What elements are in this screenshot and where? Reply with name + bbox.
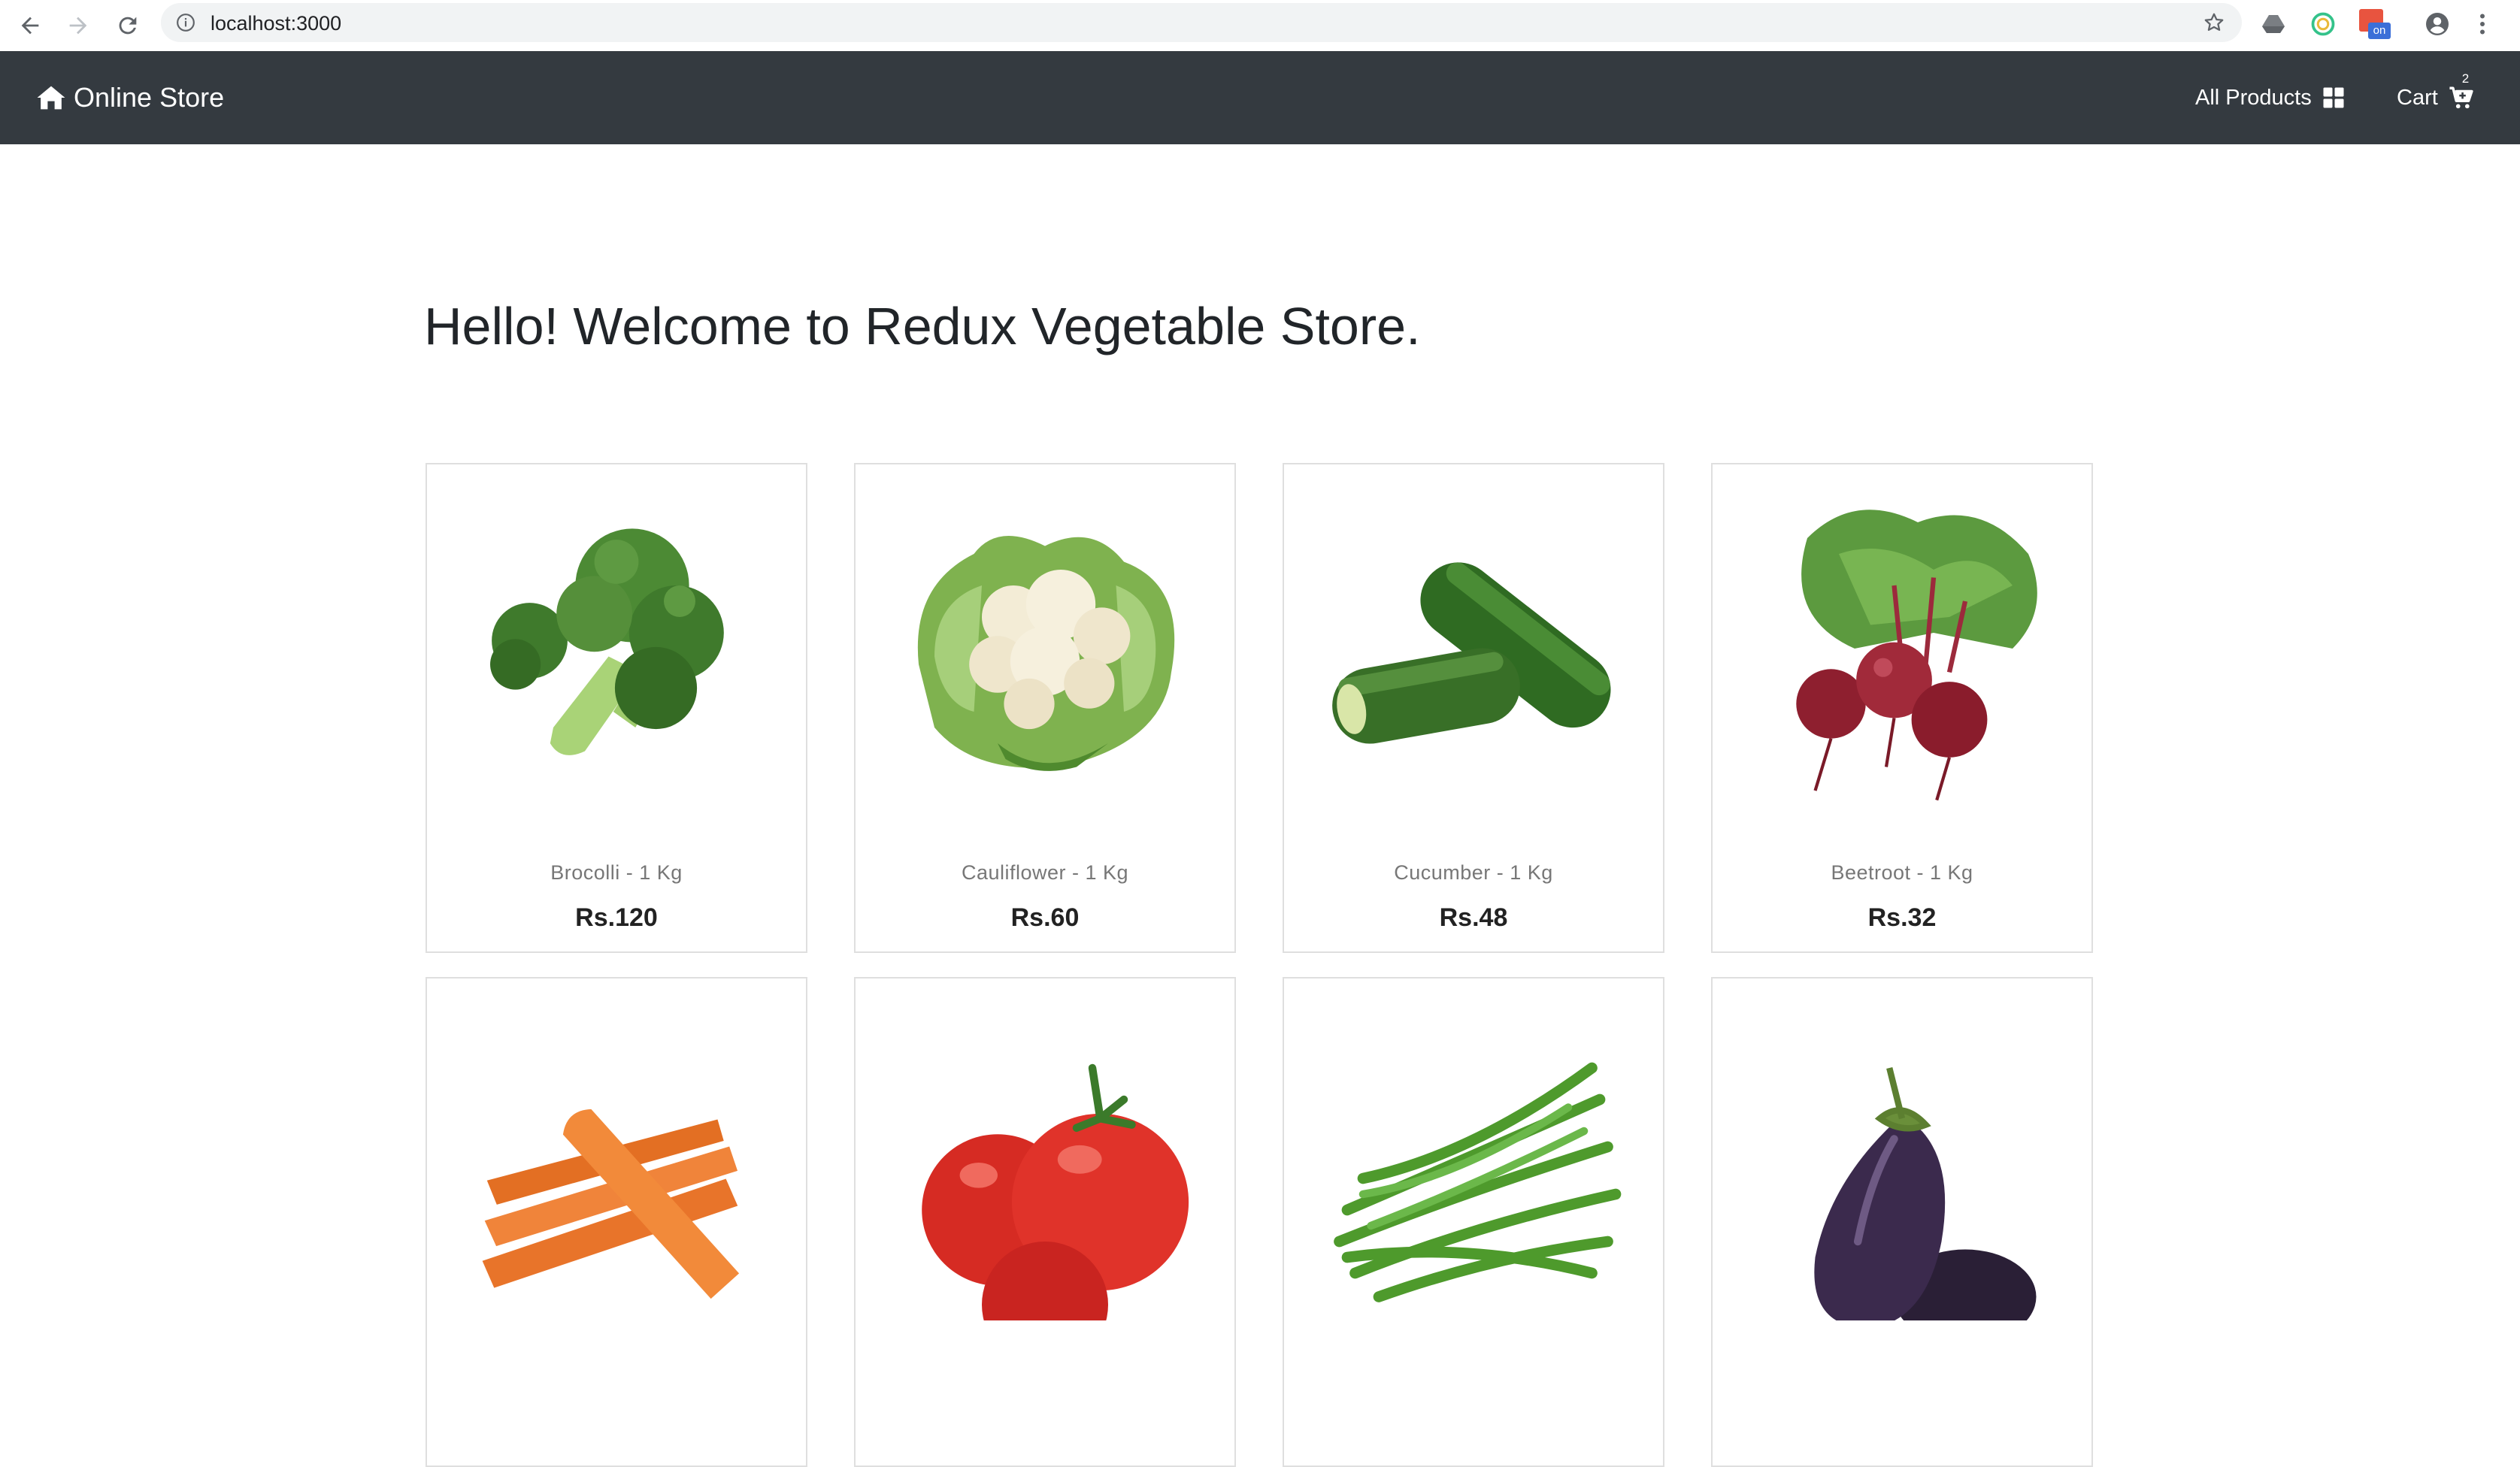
all-products-link[interactable]: All Products: [2195, 51, 2345, 144]
brand-link[interactable]: Online Store: [36, 51, 224, 144]
product-image[interactable]: [1735, 487, 2069, 810]
address-bar[interactable]: localhost:3000: [161, 3, 2242, 42]
product-image[interactable]: [1307, 487, 1640, 810]
beetroot-image: [1796, 510, 2037, 801]
product-card[interactable]: [854, 977, 1236, 1467]
profile-icon[interactable]: [2422, 9, 2452, 39]
product-image[interactable]: [1307, 1001, 1640, 1324]
brinjal-image: [1814, 1066, 2037, 1320]
product-name: Beetroot - 1 Kg: [1831, 861, 1973, 884]
cart-count-badge: 2: [2461, 71, 2470, 86]
product-price: Rs.48: [1439, 903, 1508, 932]
cart-link[interactable]: Cart 2: [2397, 51, 2474, 144]
tomato-image: [922, 1063, 1189, 1320]
product-name: Cauliflower - 1 Kg: [961, 861, 1129, 884]
product-card[interactable]: [426, 977, 807, 1467]
back-icon[interactable]: [12, 8, 48, 44]
product-name: Brocolli - 1 Kg: [550, 861, 683, 884]
reload-icon[interactable]: [110, 8, 146, 44]
beans-image: [1334, 1062, 1622, 1302]
browser-toolbar: localhost:3000 on: [0, 0, 2520, 52]
product-price: Rs.32: [1867, 903, 1937, 932]
grid-icon: [2323, 87, 2344, 108]
product-card[interactable]: Brocolli - 1 Kg Rs.120: [426, 463, 807, 953]
product-image[interactable]: [450, 487, 783, 810]
broccoli-image: [490, 528, 724, 755]
product-image[interactable]: [1735, 1001, 2069, 1324]
all-products-label: All Products: [2195, 85, 2312, 110]
carrot-image: [482, 1109, 740, 1299]
product-price: Rs.120: [575, 903, 658, 932]
product-card[interactable]: Beetroot - 1 Kg Rs.32: [1711, 463, 2093, 953]
home-icon: [37, 86, 65, 110]
product-card[interactable]: Cauliflower - 1 Kg Rs.60: [854, 463, 1236, 953]
extension-icon[interactable]: [2308, 9, 2338, 39]
extension-badge-label: on: [2368, 23, 2391, 39]
product-image[interactable]: [878, 487, 1212, 810]
cucumber-image: [1332, 562, 1611, 744]
drive-icon[interactable]: [2258, 9, 2288, 39]
product-price: Rs.60: [1010, 903, 1080, 932]
product-card[interactable]: [1283, 977, 1664, 1467]
product-card[interactable]: [1711, 977, 2093, 1467]
product-image[interactable]: [878, 1001, 1212, 1324]
cart-label: Cart: [2397, 85, 2438, 110]
forward-icon[interactable]: [60, 8, 96, 44]
star-icon[interactable]: [2203, 11, 2225, 34]
app-navbar: Online Store All Products Cart 2: [0, 51, 2520, 144]
extension-badge-icon[interactable]: on: [2359, 9, 2391, 39]
cart-icon: [2449, 86, 2473, 109]
menu-icon[interactable]: [2467, 9, 2497, 39]
cauliflower-image: [917, 536, 1175, 771]
product-image[interactable]: [450, 1001, 783, 1324]
info-icon[interactable]: [176, 13, 195, 32]
brand-label: Online Store: [74, 82, 225, 113]
url-text[interactable]: localhost:3000: [211, 12, 341, 35]
welcome-heading: Hello! Welcome to Redux Vegetable Store.: [424, 297, 1421, 355]
product-card[interactable]: Cucumber - 1 Kg Rs.48: [1283, 463, 1664, 953]
product-name: Cucumber - 1 Kg: [1394, 861, 1553, 884]
